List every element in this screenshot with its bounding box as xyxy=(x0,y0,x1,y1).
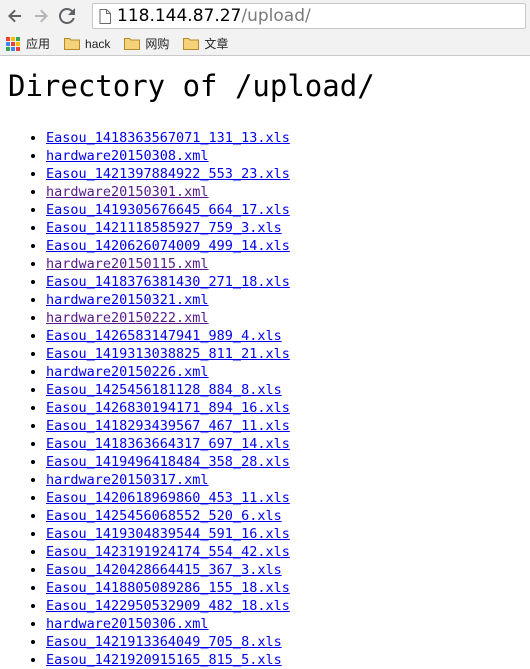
bookmark-label: 应用 xyxy=(26,37,51,51)
file-link[interactable]: Easou_1423191924174_554_42.xls xyxy=(46,544,290,560)
file-link[interactable]: Easou_1420626074009_499_14.xls xyxy=(46,238,290,254)
list-item: Easou_1426830194171_894_16.xls xyxy=(46,399,530,417)
list-item: Easou_1422950532909_482_18.xls xyxy=(46,597,530,615)
list-item: Easou_1421913364049_705_8.xls xyxy=(46,633,530,651)
file-link[interactable]: Easou_1422950532909_482_18.xls xyxy=(46,598,290,614)
file-link[interactable]: hardware20150222.xml xyxy=(46,310,209,326)
file-link[interactable]: Easou_1426830194171_894_16.xls xyxy=(46,400,290,416)
bookmark-folder-articles[interactable]: 文章 xyxy=(183,35,228,52)
list-item: Easou_1418376381430_271_18.xls xyxy=(46,273,530,291)
file-link[interactable]: Easou_1425456068552_520_6.xls xyxy=(46,508,282,524)
list-item: Easou_1419304839544_591_16.xls xyxy=(46,525,530,543)
url-path: /upload/ xyxy=(241,6,311,26)
file-link[interactable]: Easou_1420428664415_367_3.xls xyxy=(46,562,282,578)
folder-icon xyxy=(183,38,200,50)
reload-icon xyxy=(59,8,75,24)
list-item: Easou_1425456068552_520_6.xls xyxy=(46,507,530,525)
file-link[interactable]: Easou_1421397884922_553_23.xls xyxy=(46,166,290,182)
file-link[interactable]: Easou_1418805089286_155_18.xls xyxy=(46,580,290,596)
file-link[interactable]: Easou_1418376381430_271_18.xls xyxy=(46,274,290,290)
list-item: Easou_1421397884922_553_23.xls xyxy=(46,165,530,183)
list-item: Easou_1420618969860_453_11.xls xyxy=(46,489,530,507)
bookmarks-bar: 应用 hack 网购 文章 xyxy=(0,32,530,56)
list-item: hardware20150115.xml xyxy=(46,255,530,273)
list-item: Easou_1425456181128_884_8.xls xyxy=(46,381,530,399)
forward-button[interactable] xyxy=(30,5,52,27)
file-link[interactable]: hardware20150301.xml xyxy=(46,184,209,200)
file-link[interactable]: Easou_1419305676645_664_17.xls xyxy=(46,202,290,218)
bookmark-label: hack xyxy=(85,36,111,51)
list-item: Easou_1426583147941_989_4.xls xyxy=(46,327,530,345)
page-icon xyxy=(99,8,111,24)
file-link[interactable]: Easou_1419313038825_811_21.xls xyxy=(46,346,290,362)
list-item: hardware20150301.xml xyxy=(46,183,530,201)
list-item: hardware20150226.xml xyxy=(46,363,530,381)
file-link[interactable]: hardware20150308.xml xyxy=(46,148,209,164)
list-item: Easou_1419496418484_358_28.xls xyxy=(46,453,530,471)
list-item: Easou_1418363567071_131_13.xls xyxy=(46,129,530,147)
reload-button[interactable] xyxy=(56,5,78,27)
bookmark-label: 文章 xyxy=(204,37,229,51)
file-link[interactable]: hardware20150226.xml xyxy=(46,364,209,380)
file-link[interactable]: Easou_1421920915165_815_5.xls xyxy=(46,652,282,668)
file-link[interactable]: hardware20150321.xml xyxy=(46,292,209,308)
folder-icon xyxy=(124,38,141,50)
list-item: Easou_1421920915165_815_5.xls xyxy=(46,651,530,669)
list-item: Easou_1420626074009_499_14.xls xyxy=(46,237,530,255)
file-link[interactable]: hardware20150317.xml xyxy=(46,472,209,488)
file-link[interactable]: Easou_1419496418484_358_28.xls xyxy=(46,454,290,470)
file-link[interactable]: Easou_1418293439567_467_11.xls xyxy=(46,418,290,434)
apps-icon xyxy=(6,36,20,51)
browser-toolbar: 118.144.87.27/upload/ xyxy=(0,0,530,32)
bookmark-label: 网购 xyxy=(145,37,170,51)
folder-icon xyxy=(64,38,81,50)
file-link[interactable]: Easou_1421913364049_705_8.xls xyxy=(46,634,282,650)
back-arrow-icon xyxy=(8,9,21,23)
list-item: Easou_1419305676645_664_17.xls xyxy=(46,201,530,219)
file-link[interactable]: Easou_1425456181128_884_8.xls xyxy=(46,382,282,398)
file-link[interactable]: hardware20150115.xml xyxy=(46,256,209,272)
list-item: Easou_1418293439567_467_11.xls xyxy=(46,417,530,435)
list-item: hardware20150317.xml xyxy=(46,471,530,489)
file-link[interactable]: Easou_1419304839544_591_16.xls xyxy=(46,526,290,542)
url-host: 118.144.87.27 xyxy=(117,6,242,26)
list-item: Easou_1418805089286_155_18.xls xyxy=(46,579,530,597)
url-text: 118.144.87.27/upload/ xyxy=(117,6,311,26)
bookmark-apps[interactable]: 应用 xyxy=(6,35,50,52)
file-link[interactable]: Easou_1426583147941_989_4.xls xyxy=(46,328,282,344)
forward-arrow-icon xyxy=(35,9,48,23)
file-link[interactable]: Easou_1420618969860_453_11.xls xyxy=(46,490,290,506)
back-button[interactable] xyxy=(4,5,26,27)
file-link[interactable]: Easou_1418363664317_697_14.xls xyxy=(46,436,290,452)
page-title: Directory of /upload/ xyxy=(8,69,375,103)
list-item: Easou_1423191924174_554_42.xls xyxy=(46,543,530,561)
list-item: hardware20150308.xml xyxy=(46,147,530,165)
list-item: hardware20150306.xml xyxy=(46,615,530,633)
file-link[interactable]: Easou_1421118585927_759_3.xls xyxy=(46,220,282,236)
file-link[interactable]: hardware20150306.xml xyxy=(46,616,209,632)
list-item: Easou_1418363664317_697_14.xls xyxy=(46,435,530,453)
file-link[interactable]: Easou_1418363567071_131_13.xls xyxy=(46,130,290,146)
list-item: Easou_1421118585927_759_3.xls xyxy=(46,219,530,237)
list-item: hardware20150321.xml xyxy=(46,291,530,309)
list-item: Easou_1419313038825_811_21.xls xyxy=(46,345,530,363)
bookmark-folder-shopping[interactable]: 网购 xyxy=(124,35,169,52)
bookmark-folder-hack[interactable]: hack xyxy=(64,37,110,51)
list-item: Easou_1420428664415_367_3.xls xyxy=(46,561,530,579)
address-bar[interactable]: 118.144.87.27/upload/ xyxy=(92,3,526,29)
page-content: Directory of /upload/ Easou_141836356707… xyxy=(0,57,530,669)
list-item: hardware20150222.xml xyxy=(46,309,530,327)
file-list: Easou_1418363567071_131_13.xls hardware20… xyxy=(0,129,530,669)
